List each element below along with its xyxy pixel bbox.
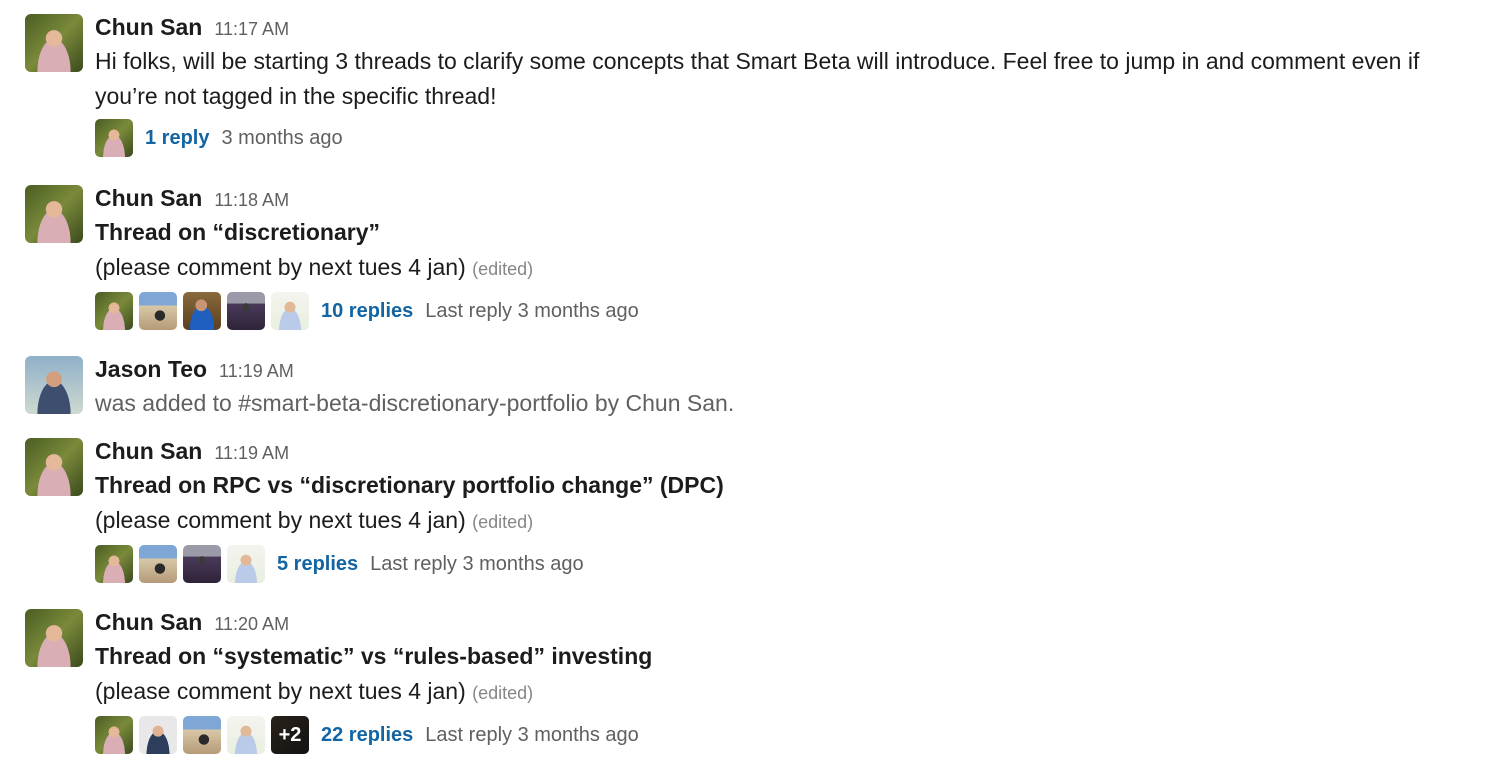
thread-summary[interactable]: +2 22 replies Last reply 3 months ago xyxy=(95,715,1470,755)
reply-count-link[interactable]: 10 replies xyxy=(321,300,413,323)
edited-label: (edited) xyxy=(472,512,534,532)
participant-avatar xyxy=(139,545,177,583)
participant-avatar xyxy=(183,292,221,330)
timestamp[interactable]: 11:19 AM xyxy=(214,443,289,464)
author-name[interactable]: Chun San xyxy=(95,609,202,636)
avatar[interactable] xyxy=(25,438,83,496)
edited-label: (edited) xyxy=(472,683,534,703)
system-message: was added to #smart-beta-discretionary-p… xyxy=(95,390,735,416)
reply-count-link[interactable]: 5 replies xyxy=(277,553,358,576)
thread-summary[interactable]: 1 reply 3 months ago xyxy=(95,118,1470,158)
message-subtitle: (please comment by next tues 4 jan) xyxy=(95,678,466,704)
edited-label: (edited) xyxy=(472,259,534,279)
participant-avatar xyxy=(139,292,177,330)
last-reply-time: Last reply 3 months ago xyxy=(425,299,639,322)
last-reply-time: Last reply 3 months ago xyxy=(370,552,584,575)
message-subtitle: (please comment by next tues 4 jan) xyxy=(95,507,466,533)
author-name[interactable]: Chun San xyxy=(95,185,202,212)
author-name[interactable]: Chun San xyxy=(95,438,202,465)
thread-summary[interactable]: 10 replies Last reply 3 months ago xyxy=(95,291,1470,331)
author-name[interactable]: Chun San xyxy=(95,14,202,41)
timestamp[interactable]: 11:19 AM xyxy=(219,361,294,382)
participant-avatar xyxy=(183,716,221,754)
participant-avatar xyxy=(95,716,133,754)
participant-avatar xyxy=(139,716,177,754)
reply-count-link[interactable]: 1 reply xyxy=(145,127,209,150)
reply-count-link[interactable]: 22 replies xyxy=(321,724,413,747)
timestamp[interactable]: 11:18 AM xyxy=(214,190,289,211)
avatar[interactable] xyxy=(25,185,83,243)
participant-avatar xyxy=(227,545,265,583)
message-subtitle: (please comment by next tues 4 jan) xyxy=(95,254,466,280)
timestamp[interactable]: 11:17 AM xyxy=(214,19,289,40)
thread-summary[interactable]: 5 replies Last reply 3 months ago xyxy=(95,544,1470,584)
author-name[interactable]: Jason Teo xyxy=(95,356,207,383)
more-participants-count: +2 xyxy=(271,716,309,754)
timestamp[interactable]: 11:20 AM xyxy=(214,614,289,635)
thread-title: Thread on RPC vs “discretionary portfoli… xyxy=(95,472,724,498)
avatar[interactable] xyxy=(25,356,83,414)
participant-avatar xyxy=(95,545,133,583)
avatar[interactable] xyxy=(25,609,83,667)
thread-title: Thread on “systematic” vs “rules-based” … xyxy=(95,643,653,669)
participant-avatar xyxy=(227,292,265,330)
last-reply-time: Last reply 3 months ago xyxy=(425,723,639,746)
last-reply-time: 3 months ago xyxy=(221,126,343,149)
participant-avatar xyxy=(271,292,309,330)
avatar[interactable] xyxy=(25,14,83,72)
participant-avatar xyxy=(183,545,221,583)
participant-avatar xyxy=(95,292,133,330)
more-participants-avatar: +2 xyxy=(271,716,309,754)
thread-title: Thread on “discretionary” xyxy=(95,219,381,245)
participant-avatar xyxy=(227,716,265,754)
participant-avatar xyxy=(95,119,133,157)
message-text: Hi folks, will be starting 3 threads to … xyxy=(95,48,1420,109)
